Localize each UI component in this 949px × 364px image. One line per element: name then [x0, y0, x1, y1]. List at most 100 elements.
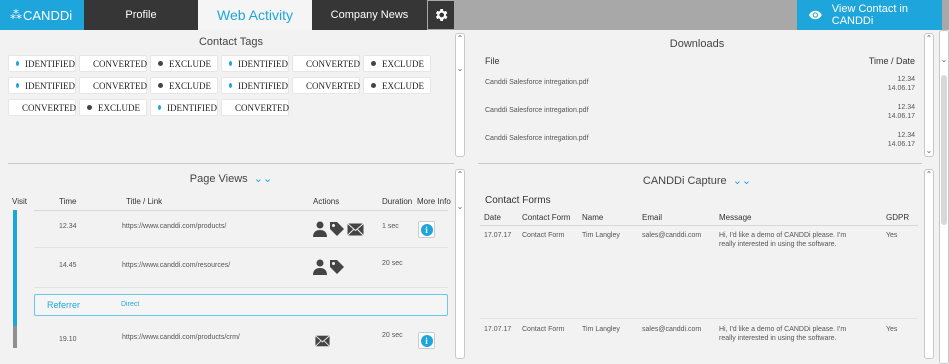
- cf-row2-name: Tim Langley: [582, 326, 620, 333]
- contact-tag[interactable]: IDENTIFIED: [221, 77, 289, 94]
- pv-row1-duration: 1 sec: [382, 223, 399, 230]
- downloads-col-file: File: [485, 56, 500, 66]
- envelope-icon[interactable]: [315, 335, 330, 347]
- capture-scrollbar[interactable]: ⌃: [924, 169, 934, 359]
- tag-icon[interactable]: [329, 259, 345, 275]
- contact-tag[interactable]: IDENTIFIED: [221, 55, 289, 72]
- contact-tag[interactable]: CONVERTED: [292, 55, 360, 72]
- canddi-logo[interactable]: ⁂ CANDDi: [0, 0, 84, 30]
- tab-company-news[interactable]: Company News: [312, 0, 427, 30]
- contact-tag-label: EXCLUDE: [382, 58, 424, 69]
- contact-tag-label: CONVERTED: [22, 102, 76, 113]
- cf-row1-gdpr: Yes: [886, 232, 898, 239]
- gear-icon: [435, 9, 448, 21]
- cf-col-message: Message: [719, 213, 752, 222]
- double-chevron-down-icon[interactable]: ⌄⌄: [733, 175, 751, 187]
- page-views-scrollbar[interactable]: ⌃ ⌄: [455, 169, 465, 359]
- contact-tag-label: IDENTIFIED: [238, 80, 288, 91]
- tab-web-activity-label: Web Activity: [217, 7, 293, 23]
- section-divider: [478, 163, 922, 164]
- contact-tag[interactable]: CONVERTED: [79, 77, 147, 94]
- pv-row3-actions: [315, 334, 330, 352]
- referrer-label: Referrer: [47, 300, 81, 310]
- pv-row2-duration: 20 sec: [382, 260, 403, 267]
- more-info-button[interactable]: i: [418, 332, 435, 349]
- pv-row1-time: 12.34: [59, 223, 77, 230]
- contact-tag[interactable]: EXCLUDE: [79, 99, 147, 116]
- tag-icon[interactable]: [329, 221, 345, 237]
- contact-tag-label: IDENTIFIED: [167, 102, 217, 113]
- user-icon[interactable]: [313, 259, 327, 275]
- download-file-link[interactable]: Canddi Salesforce intregation.pdf: [485, 135, 589, 142]
- cf-row1-email[interactable]: sales@canddi.com: [642, 232, 701, 239]
- page-scrollbar-thumb[interactable]: [941, 75, 947, 225]
- contact-tag[interactable]: CONVERTED: [221, 99, 289, 116]
- more-info-button[interactable]: i: [418, 221, 435, 238]
- contact-tag[interactable]: EXCLUDE: [150, 77, 218, 94]
- tab-company-news-label: Company News: [330, 9, 409, 21]
- double-chevron-down-icon[interactable]: ⌄⌄: [254, 173, 272, 185]
- download-time: 12.34: [897, 132, 915, 139]
- contact-tag[interactable]: CONVERTED: [8, 99, 76, 116]
- contact-tag[interactable]: IDENTIFIED: [8, 77, 76, 94]
- download-time: 12.34: [897, 76, 915, 83]
- info-icon: i: [420, 223, 433, 236]
- referrer-row[interactable]: Referrer Direct: [34, 294, 448, 316]
- referrer-value: Direct: [121, 301, 140, 308]
- cf-row1-form: Contact Form: [522, 232, 565, 239]
- cf-row1-date: 17.07.17: [484, 232, 512, 239]
- contact-forms-subtitle: Contact Forms: [485, 195, 551, 206]
- contact-tag[interactable]: IDENTIFIED: [8, 55, 76, 72]
- pv-row3-link[interactable]: https://www.canddi.com/products/crm/: [122, 334, 240, 341]
- contact-tag[interactable]: CONVERTED: [79, 55, 147, 72]
- tab-profile-label: Profile: [125, 9, 157, 21]
- pv-row1-link[interactable]: https://www.canddi.com/products/: [122, 223, 226, 230]
- contact-tag[interactable]: CONVERTED: [292, 77, 360, 94]
- cf-row2-message-line2: really interested in using the software.: [719, 335, 837, 342]
- envelope-icon[interactable]: [347, 223, 364, 236]
- settings-button[interactable]: [428, 1, 454, 29]
- cf-row2-email[interactable]: sales@canddi.com: [642, 326, 701, 333]
- tab-profile[interactable]: Profile: [84, 0, 198, 30]
- page-scrollbar[interactable]: ⌄: [939, 30, 949, 364]
- pv-row2-time: 14.45: [59, 262, 77, 269]
- contact-tag-label: CONVERTED: [93, 58, 147, 69]
- contact-tag-label: IDENTIFIED: [25, 80, 75, 91]
- download-file-link[interactable]: Canddi Salesforce intregation.pdf: [485, 107, 589, 114]
- contact-tag[interactable]: EXCLUDE: [150, 55, 218, 72]
- col-duration: Duration: [382, 197, 413, 206]
- chevron-down-icon: ⌄: [925, 146, 933, 155]
- pv-row2-actions: [313, 259, 345, 275]
- contact-tag-label: CONVERTED: [306, 58, 360, 69]
- chevron-up-icon: ⌃: [925, 34, 933, 43]
- view-contact-button[interactable]: View Contact in CANDDi: [797, 0, 942, 30]
- tag-dot-icon: [229, 83, 232, 88]
- download-date: 14.06.17: [887, 141, 915, 148]
- section-divider: [8, 163, 454, 164]
- cf-row2-gdpr: Yes: [886, 326, 898, 333]
- tab-web-activity[interactable]: Web Activity: [198, 0, 312, 30]
- contact-tag[interactable]: IDENTIFIED: [150, 99, 218, 116]
- view-contact-label: View Contact in CANDDi: [831, 3, 908, 27]
- download-file-link[interactable]: Canddi Salesforce intregation.pdf: [485, 79, 589, 86]
- pv-row2-link[interactable]: https://www.canddi.com/resources/: [122, 262, 230, 269]
- user-icon[interactable]: [313, 221, 327, 237]
- chevron-down-icon: ⌄: [940, 55, 948, 64]
- cf-col-name: Name: [582, 213, 604, 222]
- contact-tag-label: EXCLUDE: [169, 80, 211, 91]
- chevron-up-icon: ⌃: [456, 170, 464, 179]
- logo-text: CANDDi: [23, 7, 73, 23]
- contact-tag-label: EXCLUDE: [382, 80, 424, 91]
- downloads-title: Downloads: [669, 38, 725, 50]
- page-views-title-text: Page Views: [189, 173, 248, 185]
- contact-tag-label: CONVERTED: [93, 80, 147, 91]
- chevron-down-icon: ⌄: [456, 202, 464, 211]
- download-date: 14.06.17: [887, 85, 915, 92]
- contact-tag[interactable]: EXCLUDE: [363, 77, 431, 94]
- col-more-info: More Info: [417, 197, 451, 206]
- contact-tag[interactable]: EXCLUDE: [363, 55, 431, 72]
- page-views-title: Page Views ⌄⌄: [8, 172, 454, 185]
- contact-tags-scrollbar[interactable]: ⌃ ⌄: [455, 33, 465, 157]
- contact-tag-label: IDENTIFIED: [238, 58, 288, 69]
- downloads-scrollbar[interactable]: ⌃ ⌄: [924, 33, 934, 157]
